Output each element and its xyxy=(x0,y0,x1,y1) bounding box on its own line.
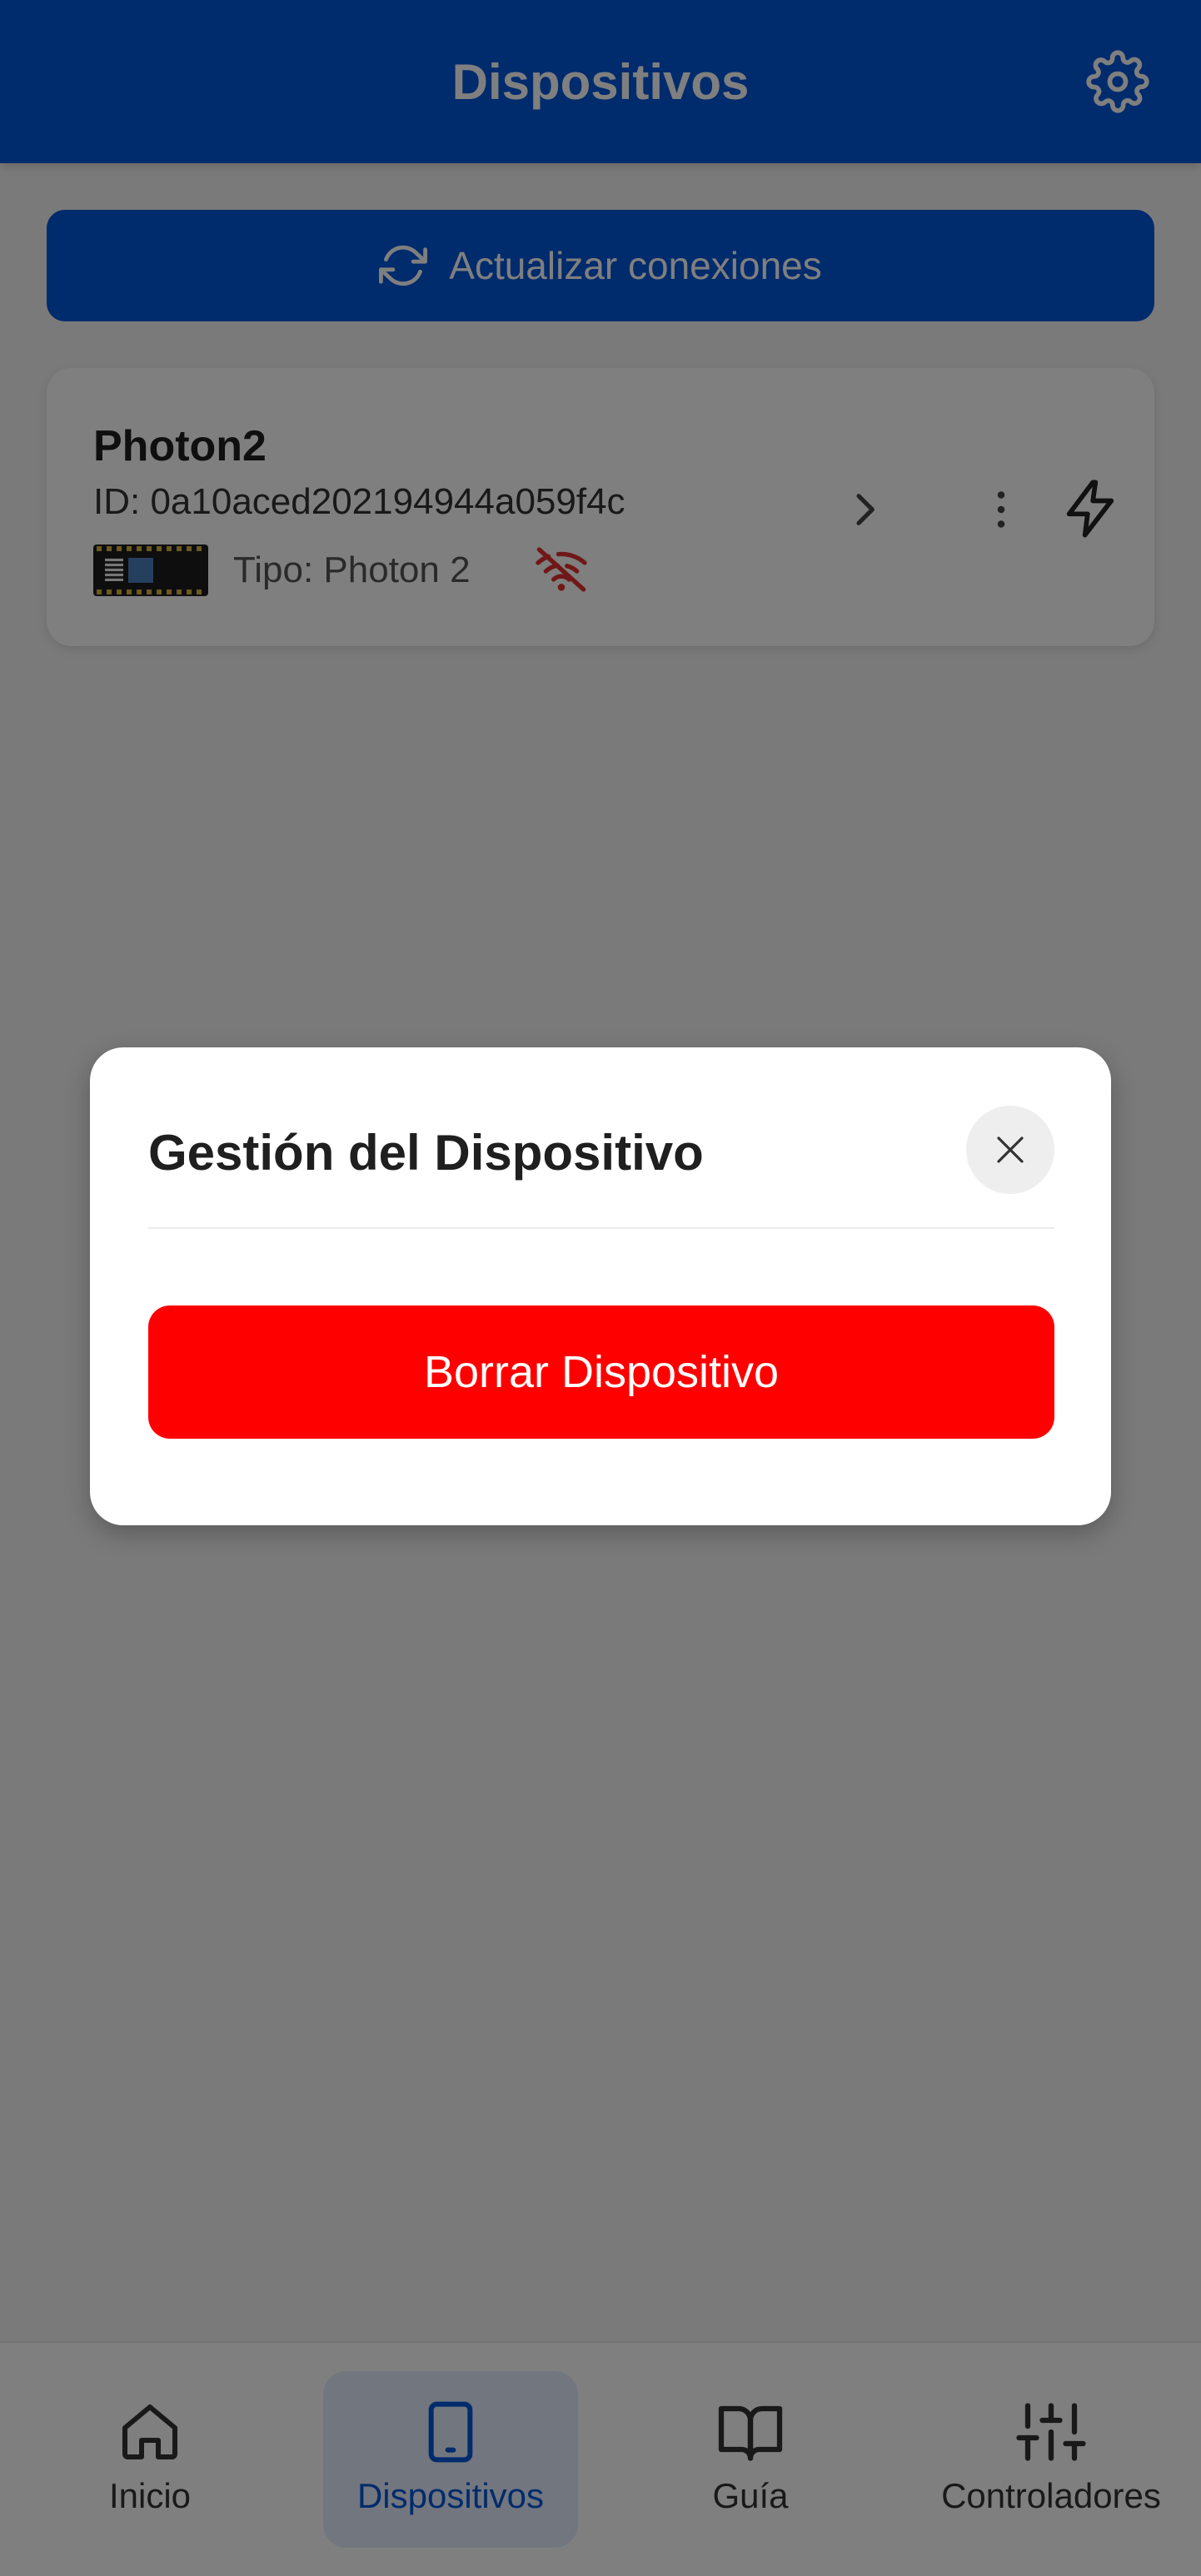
device-management-dialog: Gestión del Dispositivo Borrar Dispositi… xyxy=(90,1047,1111,1525)
delete-device-label: Borrar Dispositivo xyxy=(423,1347,780,1397)
app-root: Dispositivos Actualizar conexiones Photo… xyxy=(0,0,1201,2576)
dialog-title: Gestión del Dispositivo xyxy=(148,1125,704,1181)
dialog-divider xyxy=(148,1227,1054,1229)
delete-device-button[interactable]: Borrar Dispositivo xyxy=(148,1305,1054,1439)
close-dialog-button[interactable] xyxy=(966,1106,1054,1194)
close-icon xyxy=(997,1136,1024,1163)
